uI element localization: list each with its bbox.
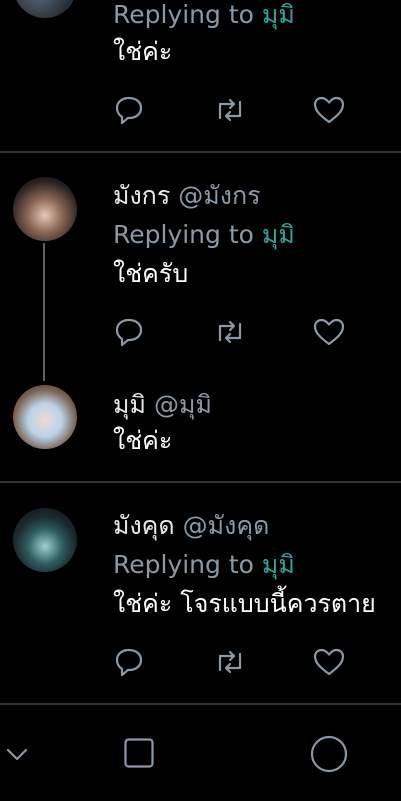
handle[interactable]: @มังกร	[178, 181, 260, 210]
avatar[interactable]	[13, 177, 77, 241]
replying-to-label: Replying to	[113, 220, 254, 249]
recents-button[interactable]	[123, 737, 155, 769]
author-line: มังกร @มังกร	[113, 181, 261, 211]
retweet-button[interactable]	[212, 314, 248, 350]
tweet-text: ใช่ค่ะ	[113, 426, 173, 455]
circle-icon	[310, 735, 348, 773]
replying-to-label: Replying to	[113, 550, 254, 579]
like-button[interactable]	[311, 314, 347, 350]
display-name[interactable]: มังกร	[113, 181, 170, 210]
like-button[interactable]	[311, 92, 347, 128]
chevron-down-icon	[6, 748, 28, 761]
avatar[interactable]	[13, 508, 77, 572]
mention-link[interactable]: มุมิ	[262, 0, 295, 29]
reply-button[interactable]	[111, 644, 147, 680]
replying-to-label: Replying to	[113, 0, 254, 29]
heart-icon	[313, 318, 345, 346]
system-navigation-bar	[0, 706, 401, 801]
replying-to-line: Replying to มุมิ	[113, 0, 295, 30]
handle[interactable]: @มังคุด	[183, 511, 270, 540]
retweet-button[interactable]	[212, 644, 248, 680]
square-icon	[124, 738, 154, 768]
heart-icon	[313, 648, 345, 676]
like-button[interactable]	[311, 644, 347, 680]
retweet-icon	[218, 98, 242, 122]
author-line: มุมิ @มุมิ	[113, 390, 212, 420]
retweet-button[interactable]	[212, 92, 248, 128]
reply-icon	[115, 648, 143, 677]
back-button[interactable]	[2, 739, 32, 769]
author-line: มังคุด @มังคุด	[113, 511, 269, 541]
reply-icon	[115, 318, 143, 347]
tweet-text: ใช่ครับ	[113, 259, 189, 288]
avatar[interactable]	[13, 0, 77, 18]
thread-line	[43, 243, 45, 381]
tweet[interactable]: Replying to มุมิ ใช่ค่ะ	[0, 0, 401, 152]
tweet-text: ใช่ค่ะ โจรแบบนี้ควรตาย	[113, 589, 376, 618]
mention-link[interactable]: มุมิ	[262, 220, 295, 249]
reply-icon	[115, 96, 143, 125]
tweet[interactable]: มังกร @มังกร Replying to มุมิ ใช่ครับ	[0, 153, 401, 381]
retweet-icon	[218, 320, 242, 344]
display-name[interactable]: มุมิ	[113, 390, 146, 419]
tweet-text: ใช่ค่ะ	[113, 37, 173, 66]
replying-to-line: Replying to มุมิ	[113, 550, 295, 580]
mention-link[interactable]: มุมิ	[262, 550, 295, 579]
divider	[0, 703, 401, 705]
handle[interactable]: @มุมิ	[154, 390, 212, 419]
avatar[interactable]	[13, 385, 77, 449]
reply-button[interactable]	[111, 314, 147, 350]
retweet-icon	[218, 650, 242, 674]
reply-button[interactable]	[111, 92, 147, 128]
replying-to-line: Replying to มุมิ	[113, 220, 295, 250]
display-name[interactable]: มังคุด	[113, 511, 175, 540]
tweet[interactable]: มุมิ @มุมิ ใช่ค่ะ	[0, 373, 401, 481]
heart-icon	[313, 96, 345, 124]
home-button[interactable]	[310, 735, 348, 773]
tweet[interactable]: มังคุด @มังคุด Replying to มุมิ ใช่ค่ะ โจ…	[0, 483, 401, 703]
